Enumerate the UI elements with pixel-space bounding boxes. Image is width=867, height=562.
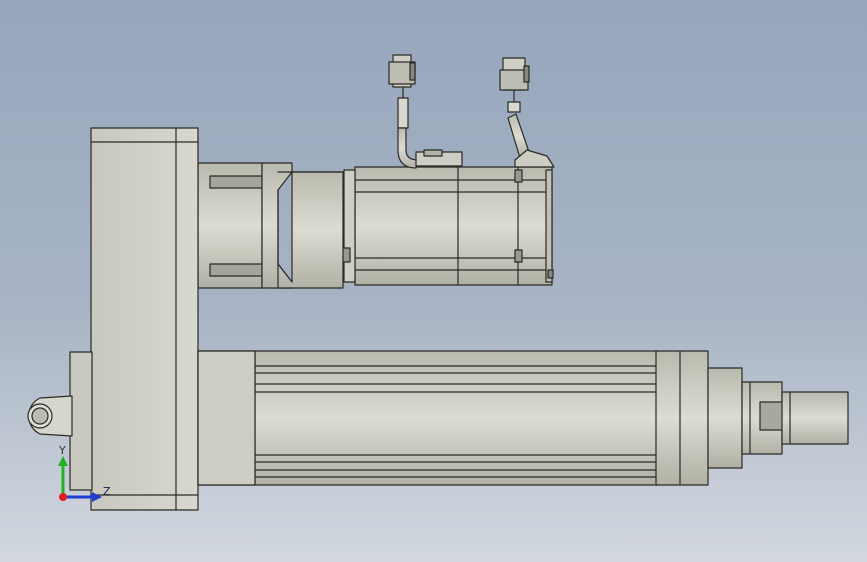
z-axis-label: Z (103, 485, 111, 498)
mounting-clevis (27, 351, 93, 491)
gearbox-adapter (197, 162, 344, 289)
belt-housing (90, 127, 199, 511)
y-arrow-icon (58, 456, 68, 466)
y-axis-label: Y (58, 444, 66, 457)
power-connector (388, 54, 463, 169)
x-axis-dot (59, 493, 67, 501)
actuator-tube (197, 350, 659, 486)
encoder-connector (499, 57, 555, 168)
motor-housing (341, 166, 554, 286)
cad-viewport[interactable]: Y Z (0, 0, 867, 562)
